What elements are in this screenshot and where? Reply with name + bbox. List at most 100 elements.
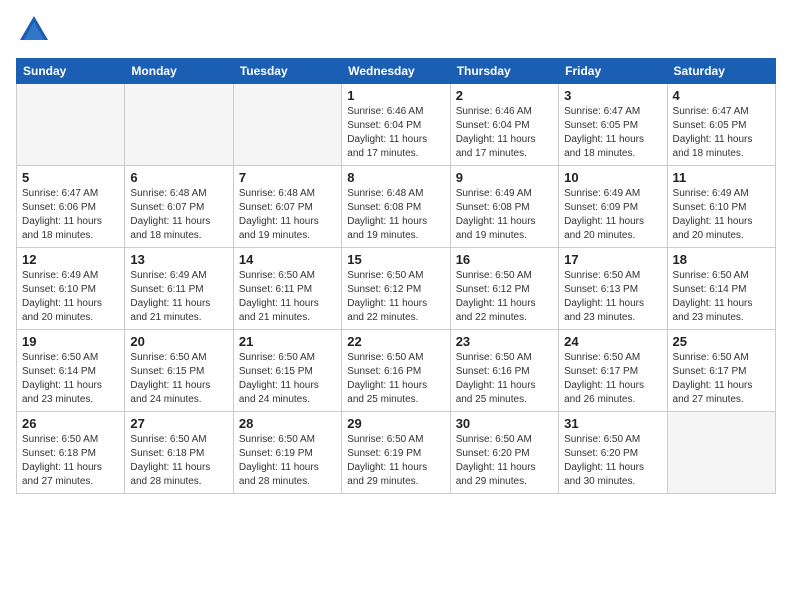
day-number: 18 [673, 252, 770, 267]
calendar-cell: 9Sunrise: 6:49 AMSunset: 6:08 PMDaylight… [450, 166, 558, 248]
day-number: 2 [456, 88, 553, 103]
day-number: 26 [22, 416, 119, 431]
calendar-cell: 17 Sunrise: 6:50 AMSunset: 6:13 PMDayligh… [559, 248, 667, 330]
cell-info: Sunrise: 6:50 AMSunset: 6:18 PMDaylight:… [22, 433, 119, 489]
day-number: 12 [22, 252, 119, 267]
header [16, 12, 776, 48]
calendar-cell: 14 Sunrise: 6:50 AMSunset: 6:11 PMDayligh… [233, 248, 341, 330]
cell-info: Sunrise: 6:50 AMSunset: 6:17 PMDaylight:… [673, 351, 770, 407]
calendar-cell: 8Sunrise: 6:48 AMSunset: 6:08 PMDaylight… [342, 166, 450, 248]
calendar-cell: 7Sunrise: 6:48 AMSunset: 6:07 PMDaylight… [233, 166, 341, 248]
week-row-1: 1 Sunrise: 6:46 AMSunset: 6:04 PMDaylight… [17, 84, 776, 166]
cell-info: Sunrise: 6:50 AMSunset: 6:12 PMDaylight:… [347, 269, 444, 325]
cell-info: Sunrise: 6:50 AMSunset: 6:17 PMDaylight:… [564, 351, 661, 407]
day-number: 17 [564, 252, 661, 267]
calendar-cell: 26 Sunrise: 6:50 AMSunset: 6:18 PMDayligh… [17, 412, 125, 494]
day-number: 11 [673, 170, 770, 185]
day-number: 24 [564, 334, 661, 349]
calendar-table: SundayMondayTuesdayWednesdayThursdayFrid… [16, 58, 776, 494]
calendar-cell: 16Sunrise: 6:50 AMSunset: 6:12 PMDayligh… [450, 248, 558, 330]
weekday-header-saturday: Saturday [667, 59, 775, 84]
day-number: 20 [130, 334, 227, 349]
week-row-3: 12 Sunrise: 6:49 AMSunset: 6:10 PMDayligh… [17, 248, 776, 330]
calendar-cell [233, 84, 341, 166]
cell-info: Sunrise: 6:47 AMSunset: 6:05 PMDaylight:… [564, 105, 661, 161]
cell-info: Sunrise: 6:50 AMSunset: 6:15 PMDaylight:… [130, 351, 227, 407]
week-row-5: 26 Sunrise: 6:50 AMSunset: 6:18 PMDayligh… [17, 412, 776, 494]
cell-info: Sunrise: 6:48 AMSunset: 6:07 PMDaylight:… [239, 187, 336, 243]
day-number: 29 [347, 416, 444, 431]
cell-info: Sunrise: 6:50 AMSunset: 6:20 PMDaylight:… [564, 433, 661, 489]
day-number: 14 [239, 252, 336, 267]
cell-info: Sunrise: 6:46 AMSunset: 6:04 PMDaylight:… [456, 105, 553, 161]
calendar-cell: 4 Sunrise: 6:47 AMSunset: 6:05 PMDaylight… [667, 84, 775, 166]
calendar-cell: 27Sunrise: 6:50 AMSunset: 6:18 PMDayligh… [125, 412, 233, 494]
cell-info: Sunrise: 6:47 AMSunset: 6:05 PMDaylight:… [673, 105, 770, 161]
calendar-cell: 28 Sunrise: 6:50 AMSunset: 6:19 PMDayligh… [233, 412, 341, 494]
logo-icon [16, 12, 52, 48]
calendar-cell: 12 Sunrise: 6:49 AMSunset: 6:10 PMDayligh… [17, 248, 125, 330]
weekday-header-monday: Monday [125, 59, 233, 84]
cell-info: Sunrise: 6:50 AMSunset: 6:11 PMDaylight:… [239, 269, 336, 325]
day-number: 21 [239, 334, 336, 349]
calendar-cell: 31 Sunrise: 6:50 AMSunset: 6:20 PMDayligh… [559, 412, 667, 494]
day-number: 13 [130, 252, 227, 267]
calendar-cell: 5 Sunrise: 6:47 AMSunset: 6:06 PMDaylight… [17, 166, 125, 248]
cell-info: Sunrise: 6:50 AMSunset: 6:19 PMDaylight:… [239, 433, 336, 489]
cell-info: Sunrise: 6:50 AMSunset: 6:15 PMDaylight:… [239, 351, 336, 407]
page: SundayMondayTuesdayWednesdayThursdayFrid… [0, 0, 792, 612]
cell-info: Sunrise: 6:49 AMSunset: 6:10 PMDaylight:… [22, 269, 119, 325]
calendar-cell: 11Sunrise: 6:49 AMSunset: 6:10 PMDayligh… [667, 166, 775, 248]
day-number: 31 [564, 416, 661, 431]
cell-info: Sunrise: 6:48 AMSunset: 6:08 PMDaylight:… [347, 187, 444, 243]
calendar-cell [17, 84, 125, 166]
calendar-cell [667, 412, 775, 494]
weekday-header-wednesday: Wednesday [342, 59, 450, 84]
calendar-cell: 10 Sunrise: 6:49 AMSunset: 6:09 PMDayligh… [559, 166, 667, 248]
day-number: 16 [456, 252, 553, 267]
cell-info: Sunrise: 6:50 AMSunset: 6:16 PMDaylight:… [347, 351, 444, 407]
day-number: 4 [673, 88, 770, 103]
calendar-cell: 24 Sunrise: 6:50 AMSunset: 6:17 PMDayligh… [559, 330, 667, 412]
weekday-header-tuesday: Tuesday [233, 59, 341, 84]
cell-info: Sunrise: 6:46 AMSunset: 6:04 PMDaylight:… [347, 105, 444, 161]
weekday-header-thursday: Thursday [450, 59, 558, 84]
day-number: 5 [22, 170, 119, 185]
logo [16, 12, 56, 48]
day-number: 10 [564, 170, 661, 185]
cell-info: Sunrise: 6:50 AMSunset: 6:14 PMDaylight:… [22, 351, 119, 407]
cell-info: Sunrise: 6:50 AMSunset: 6:18 PMDaylight:… [130, 433, 227, 489]
cell-info: Sunrise: 6:49 AMSunset: 6:09 PMDaylight:… [564, 187, 661, 243]
cell-info: Sunrise: 6:49 AMSunset: 6:11 PMDaylight:… [130, 269, 227, 325]
cell-info: Sunrise: 6:47 AMSunset: 6:06 PMDaylight:… [22, 187, 119, 243]
calendar-cell: 15Sunrise: 6:50 AMSunset: 6:12 PMDayligh… [342, 248, 450, 330]
cell-info: Sunrise: 6:50 AMSunset: 6:16 PMDaylight:… [456, 351, 553, 407]
day-number: 23 [456, 334, 553, 349]
cell-info: Sunrise: 6:50 AMSunset: 6:13 PMDaylight:… [564, 269, 661, 325]
cell-info: Sunrise: 6:50 AMSunset: 6:20 PMDaylight:… [456, 433, 553, 489]
day-number: 22 [347, 334, 444, 349]
day-number: 6 [130, 170, 227, 185]
cell-info: Sunrise: 6:50 AMSunset: 6:14 PMDaylight:… [673, 269, 770, 325]
week-row-2: 5 Sunrise: 6:47 AMSunset: 6:06 PMDaylight… [17, 166, 776, 248]
calendar-cell [125, 84, 233, 166]
day-number: 25 [673, 334, 770, 349]
day-number: 19 [22, 334, 119, 349]
weekday-header-friday: Friday [559, 59, 667, 84]
calendar-cell: 1 Sunrise: 6:46 AMSunset: 6:04 PMDaylight… [342, 84, 450, 166]
calendar-cell: 3Sunrise: 6:47 AMSunset: 6:05 PMDaylight… [559, 84, 667, 166]
calendar-cell: 2 Sunrise: 6:46 AMSunset: 6:04 PMDaylight… [450, 84, 558, 166]
calendar-cell: 23 Sunrise: 6:50 AMSunset: 6:16 PMDayligh… [450, 330, 558, 412]
day-number: 28 [239, 416, 336, 431]
calendar-cell: 22 Sunrise: 6:50 AMSunset: 6:16 PMDayligh… [342, 330, 450, 412]
calendar-cell: 25 Sunrise: 6:50 AMSunset: 6:17 PMDayligh… [667, 330, 775, 412]
calendar-cell: 13 Sunrise: 6:49 AMSunset: 6:11 PMDayligh… [125, 248, 233, 330]
calendar-cell: 29 Sunrise: 6:50 AMSunset: 6:19 PMDayligh… [342, 412, 450, 494]
cell-info: Sunrise: 6:48 AMSunset: 6:07 PMDaylight:… [130, 187, 227, 243]
calendar-cell: 20 Sunrise: 6:50 AMSunset: 6:15 PMDayligh… [125, 330, 233, 412]
week-row-4: 19 Sunrise: 6:50 AMSunset: 6:14 PMDayligh… [17, 330, 776, 412]
day-number: 1 [347, 88, 444, 103]
cell-info: Sunrise: 6:50 AMSunset: 6:19 PMDaylight:… [347, 433, 444, 489]
day-number: 30 [456, 416, 553, 431]
cell-info: Sunrise: 6:49 AMSunset: 6:08 PMDaylight:… [456, 187, 553, 243]
